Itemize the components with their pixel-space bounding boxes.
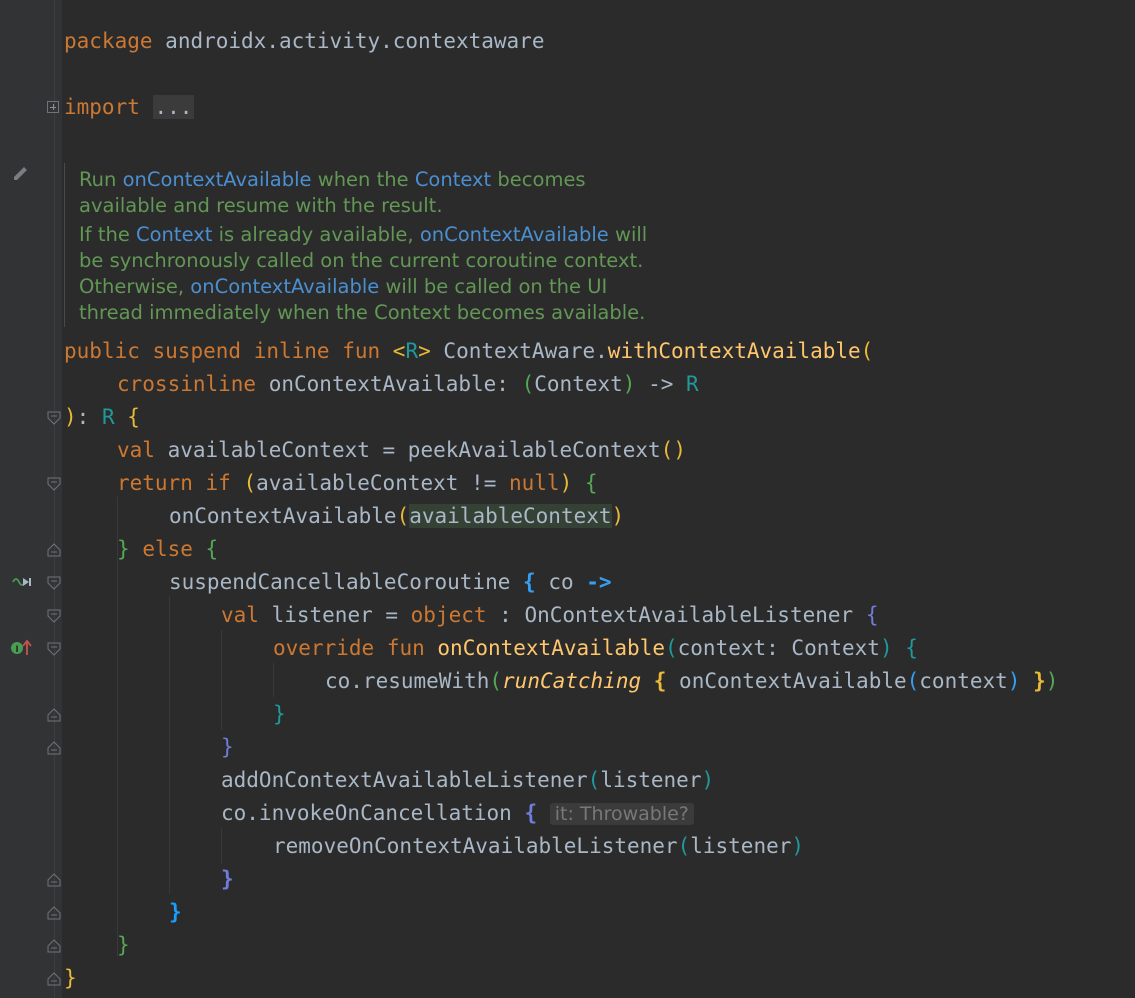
doc-link[interactable]: onContextAvailable: [123, 168, 312, 191]
indent-guide: [273, 663, 274, 697]
highlighted-usage: availableContext: [409, 504, 612, 528]
code-line-param[interactable]: crossinline onContextAvailable: (Context…: [117, 369, 699, 399]
doc-link[interactable]: Context: [136, 223, 212, 246]
code-line-remove-listener[interactable]: removeOnContextAvailableListener(listene…: [273, 831, 804, 861]
code-line-close[interactable]: }: [273, 699, 286, 729]
code-line-else[interactable]: } else {: [117, 534, 218, 564]
code-line-cancellation[interactable]: co.invokeOnCancellation { it: Throwable?: [221, 798, 694, 828]
fold-marker[interactable]: [47, 906, 62, 920]
import-expand-toggle[interactable]: [47, 101, 59, 113]
fold-marker[interactable]: [47, 642, 62, 656]
code-line-val[interactable]: val availableContext = peekAvailableCont…: [117, 435, 686, 465]
inlay-type-hint: it: Throwable?: [549, 803, 694, 825]
doc-line: Otherwise, onContextAvailable will be ca…: [79, 275, 608, 298]
fold-marker[interactable]: [47, 972, 62, 986]
package-keyword: package: [64, 29, 153, 53]
doc-link[interactable]: onContextAvailable: [420, 223, 609, 246]
suspend-call-icon[interactable]: [10, 571, 34, 593]
indent-guide: [117, 497, 118, 957]
rendered-doc-comment: Run onContextAvailable when the Context …: [64, 163, 728, 327]
code-line-close[interactable]: }: [117, 930, 130, 960]
package-name: androidx.activity.contextaware: [165, 29, 545, 53]
fold-marker[interactable]: [47, 939, 62, 953]
import-folded-region[interactable]: ...: [152, 95, 195, 119]
fold-marker[interactable]: [47, 708, 62, 722]
import-keyword: import: [64, 95, 140, 119]
code-line-add-listener[interactable]: addOnContextAvailableListener(listener): [221, 765, 714, 795]
doc-link[interactable]: Context: [415, 168, 491, 191]
doc-line: Run onContextAvailable when the Context …: [79, 168, 586, 191]
code-line-override[interactable]: override fun onContextAvailable(context:…: [273, 633, 918, 663]
indent-guide: [221, 630, 222, 730]
doc-line: be synchronously called on the current c…: [79, 249, 644, 272]
doc-line: thread immediately when the Context beco…: [79, 301, 646, 324]
fold-marker[interactable]: [47, 543, 62, 557]
fold-marker[interactable]: [47, 609, 62, 623]
code-line-close[interactable]: }: [64, 963, 77, 993]
code-line-close[interactable]: }: [221, 732, 234, 762]
code-line-package[interactable]: package androidx.activity.contextaware: [64, 26, 544, 56]
fold-marker[interactable]: [47, 741, 62, 755]
doc-line: If the Context is already available, onC…: [79, 223, 648, 246]
code-line-listener[interactable]: val listener = object : OnContextAvailab…: [221, 600, 878, 630]
fold-marker[interactable]: [47, 873, 62, 887]
code-line-signature[interactable]: public suspend inline fun <R> ContextAwa…: [64, 336, 873, 366]
gutter-separator: [54, 0, 55, 998]
function-name: withContextAvailable: [607, 339, 861, 363]
fold-marker[interactable]: [47, 477, 62, 491]
fold-marker[interactable]: [47, 411, 62, 425]
code-line-close[interactable]: }: [221, 864, 234, 894]
editor-gutter: [0, 0, 62, 998]
code-line-return[interactable]: return if (availableContext != null) {: [117, 468, 598, 498]
doc-link[interactable]: onContextAvailable: [190, 275, 379, 298]
code-line-signature-end[interactable]: ): R {: [64, 402, 140, 432]
code-line-import[interactable]: import ...: [64, 92, 195, 122]
indent-guide: [169, 596, 170, 894]
indent-guide: [221, 828, 222, 864]
implements-icon[interactable]: I: [10, 637, 34, 659]
code-line-call[interactable]: onContextAvailable(availableContext): [169, 501, 624, 531]
fold-marker[interactable]: [47, 576, 62, 590]
code-line-close[interactable]: }: [169, 897, 182, 927]
svg-text:I: I: [15, 645, 18, 655]
code-line-suspend-call[interactable]: suspendCancellableCoroutine { co ->: [169, 567, 612, 597]
code-line-resume[interactable]: co.resumeWith(runCatching { onContextAva…: [325, 666, 1058, 696]
doc-line: available and resume with the result.: [79, 194, 443, 217]
pencil-icon[interactable]: [10, 163, 34, 185]
